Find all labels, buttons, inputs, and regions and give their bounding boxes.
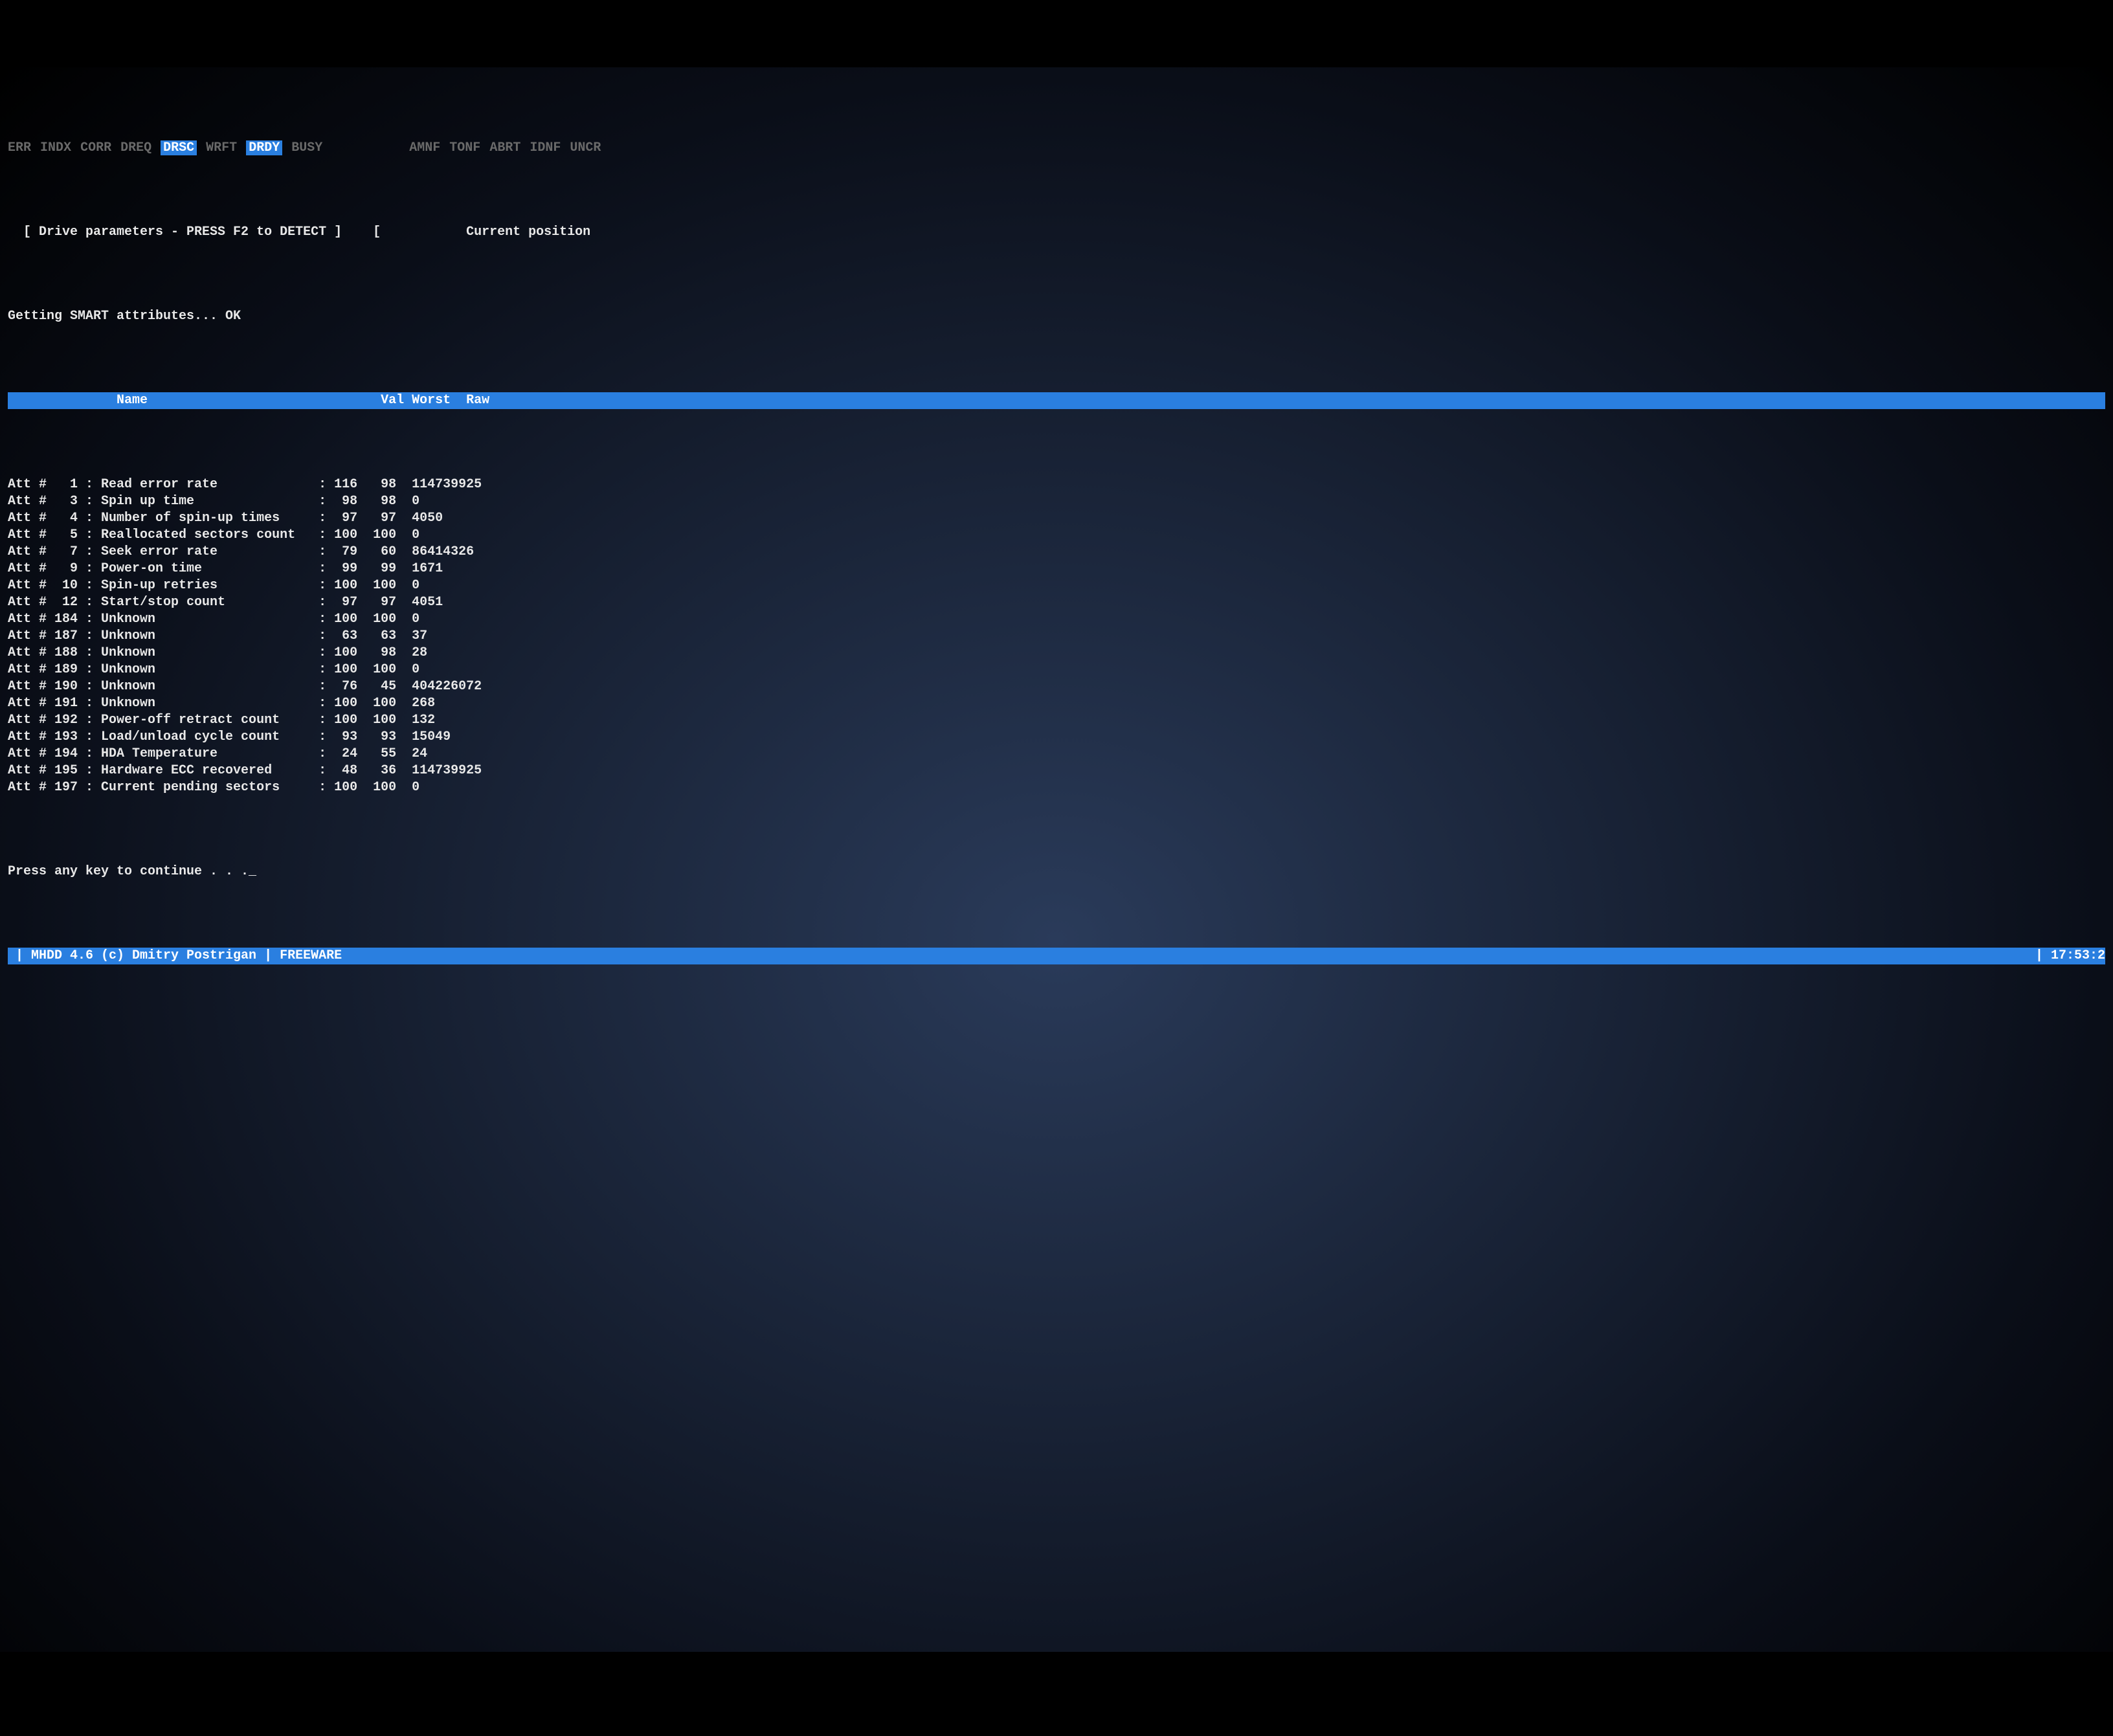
attribute-row: Att # 1 : Read error rate : 116 98 11473… (8, 476, 2105, 493)
footer-bar: | MHDD 4.6 (c) Dmitry Postrigan | FREEWA… (8, 948, 2105, 964)
table-header-row: Name Val Worst Raw (8, 392, 2105, 409)
attribute-row: Att # 9 : Power-on time : 99 99 1671 (8, 561, 2105, 577)
flag-tonf: TONF (449, 140, 480, 155)
smart-status-line: Getting SMART attributes... OK (8, 308, 2105, 325)
press-any-key-prompt[interactable]: Press any key to continue . . ._ (8, 863, 2105, 880)
col-header-val: Val (381, 393, 404, 408)
flag-amnf: AMNF (409, 140, 440, 155)
attribute-row: Att # 7 : Seek error rate : 79 60 864143… (8, 544, 2105, 561)
col-header-worst: Worst (412, 393, 451, 408)
col-header-name: Name (117, 393, 148, 408)
flag-abrt: ABRT (489, 140, 520, 155)
attribute-row: Att # 5 : Reallocated sectors count : 10… (8, 527, 2105, 544)
attribute-row: Att # 190 : Unknown : 76 45 404226072 (8, 678, 2105, 695)
attribute-row: Att # 191 : Unknown : 100 100 268 (8, 695, 2105, 712)
flag-indx: INDX (40, 140, 71, 155)
attribute-row: Att # 195 : Hardware ECC recovered : 48 … (8, 762, 2105, 779)
flag-wrft: WRFT (206, 140, 237, 155)
attribute-row: Att # 3 : Spin up time : 98 98 0 (8, 493, 2105, 510)
footer-left: | MHDD 4.6 (c) Dmitry Postrigan | FREEWA… (8, 948, 342, 964)
col-header-raw: Raw (466, 393, 489, 408)
terminal-screen: ERR INDX CORR DREQ DRSC WRFT DRDY BUSY A… (0, 67, 2113, 1652)
flag-drsc: DRSC (161, 140, 197, 155)
attribute-row: Att # 12 : Start/stop count : 97 97 4051 (8, 594, 2105, 611)
flag-drdy: DRDY (246, 140, 282, 155)
footer-clock: | 17:53:2 (2035, 948, 2105, 964)
attribute-row: Att # 184 : Unknown : 100 100 0 (8, 611, 2105, 628)
attribute-row: Att # 4 : Number of spin-up times : 97 9… (8, 510, 2105, 527)
flag-err: ERR (8, 140, 31, 155)
attribute-row: Att # 189 : Unknown : 100 100 0 (8, 662, 2105, 678)
attribute-row: Att # 192 : Power-off retract count : 10… (8, 712, 2105, 729)
attribute-row: Att # 10 : Spin-up retries : 100 100 0 (8, 577, 2105, 594)
attribute-row: Att # 193 : Load/unload cycle count : 93… (8, 729, 2105, 746)
flag-dreq: DREQ (120, 140, 151, 155)
flag-uncr: UNCR (570, 140, 601, 155)
status-flags-row: ERR INDX CORR DREQ DRSC WRFT DRDY BUSY A… (8, 140, 2105, 157)
flag-busy: BUSY (291, 140, 322, 155)
drive-params-line: [ Drive parameters - PRESS F2 to DETECT … (8, 224, 2105, 241)
attribute-list: Att # 1 : Read error rate : 116 98 11473… (8, 476, 2105, 796)
flag-corr: CORR (80, 140, 111, 155)
flag-idnf: IDNF (530, 140, 561, 155)
attribute-row: Att # 187 : Unknown : 63 63 37 (8, 628, 2105, 645)
current-position-label: Current position (466, 225, 590, 239)
attribute-row: Att # 188 : Unknown : 100 98 28 (8, 645, 2105, 662)
drive-params-text: [ Drive parameters - PRESS F2 to DETECT … (8, 225, 381, 239)
attribute-row: Att # 194 : HDA Temperature : 24 55 24 (8, 746, 2105, 762)
attribute-row: Att # 197 : Current pending sectors : 10… (8, 779, 2105, 796)
